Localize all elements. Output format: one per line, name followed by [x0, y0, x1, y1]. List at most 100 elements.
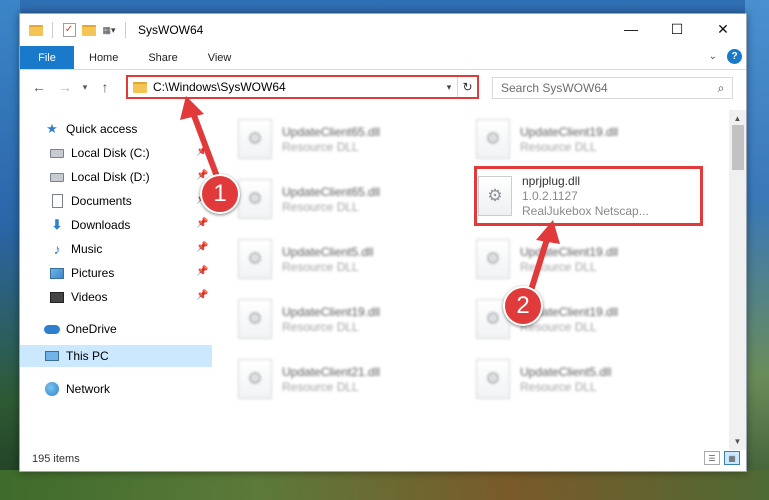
file-type: Resource DLL — [282, 199, 359, 214]
sidebar-item-local-disk-c[interactable]: Local Disk (C:) — [49, 142, 150, 164]
file-item[interactable]: ⚙ UpdateClient65.dll Resource DLL — [238, 174, 458, 224]
refresh-icon[interactable]: ↻ — [457, 77, 477, 97]
file-item[interactable]: ⚙ UpdateClient5.dll Resource DLL — [238, 234, 458, 284]
sidebar-item-network[interactable]: Network — [44, 378, 110, 400]
close-button[interactable]: ✕ — [700, 14, 746, 44]
search-input[interactable]: Search SysWOW64 — [501, 81, 710, 95]
navigation-pane: ★ Quick access Local Disk (C:) 📌 Local D… — [20, 110, 212, 446]
file-item[interactable]: ⚙ UpdateClient65.dll Resource DLL — [238, 114, 458, 164]
status-bar: 195 items ☰ ▦ — [20, 447, 746, 471]
file-list: ⚙ UpdateClient65.dll Resource DLL ⚙ Upda… — [212, 110, 748, 446]
separator — [52, 22, 53, 38]
highlight-box — [474, 166, 703, 226]
file-item[interactable]: ⚙ UpdateClient19.dll Resource DLL — [476, 234, 696, 284]
annotation-badge-2: 2 — [503, 286, 543, 326]
recent-locations-chevron-icon[interactable]: ▾ — [78, 82, 92, 93]
videos-icon — [49, 289, 65, 305]
sidebar-item-label: Music — [71, 242, 103, 256]
navigation-bar: ← → ▾ ↑ C:\Windows\SysWOW64 ▾ ↻ Search S… — [20, 70, 746, 104]
address-path[interactable]: C:\Windows\SysWOW64 — [153, 80, 441, 94]
file-name: UpdateClient21.dll — [282, 364, 381, 379]
separator — [125, 22, 126, 38]
file-item[interactable]: ⚙ UpdateClient5.dll Resource DLL — [476, 354, 696, 404]
file-name: UpdateClient5.dll — [282, 244, 374, 259]
folder-icon — [133, 81, 147, 93]
file-type: Resource DLL — [282, 319, 359, 334]
tab-share[interactable]: Share — [133, 46, 192, 69]
properties-check-icon[interactable]: ✓ — [61, 22, 77, 38]
file-item[interactable]: ⚙ UpdateClient21.dll Resource DLL — [238, 354, 458, 404]
file-type: Resource DLL — [282, 379, 359, 394]
desktop-background-bottom — [0, 470, 769, 500]
ribbon-tabs: File Home Share View ⌄ ? — [20, 46, 746, 70]
tab-home[interactable]: Home — [74, 46, 133, 69]
drive-icon — [49, 169, 65, 185]
quick-access-toolbar: ✓ ▦▾ — [20, 22, 130, 38]
file-name: UpdateClient19.dll — [282, 304, 381, 319]
help-icon[interactable]: ? — [727, 49, 742, 64]
dll-file-icon: ⚙ — [476, 119, 510, 159]
sidebar-item-label: Documents — [71, 194, 132, 208]
file-type: Resource DLL — [282, 139, 359, 154]
sidebar-item-local-disk-d[interactable]: Local Disk (D:) — [49, 166, 150, 188]
customize-toolbar-icon[interactable]: ▦▾ — [101, 22, 117, 38]
downloads-icon: ⬇ — [51, 217, 63, 232]
search-box[interactable]: Search SysWOW64 ⌕ — [492, 77, 733, 99]
search-icon[interactable]: ⌕ — [710, 81, 732, 96]
sidebar-item-music[interactable]: ♪ Music — [49, 238, 103, 260]
drive-icon — [49, 145, 65, 161]
dll-file-icon: ⚙ — [238, 359, 272, 399]
expand-ribbon-chevron-icon[interactable]: ⌄ — [709, 51, 717, 62]
file-item[interactable]: ⚙ UpdateClient19.dll Resource DLL — [238, 294, 458, 344]
back-arrow-icon[interactable]: ← — [26, 75, 52, 99]
pin-icon[interactable]: 📌 — [196, 290, 208, 301]
tab-file[interactable]: File — [20, 46, 74, 69]
pc-icon — [44, 348, 60, 364]
sidebar-item-label: This PC — [66, 349, 109, 363]
forward-arrow-icon[interactable]: → — [52, 75, 78, 99]
minimize-button[interactable]: — — [608, 14, 654, 44]
folder-icon — [28, 22, 44, 38]
sidebar-item-quick-access[interactable]: ★ Quick access — [44, 118, 137, 140]
address-dropdown-icon[interactable]: ▾ — [441, 82, 457, 93]
new-folder-icon[interactable] — [81, 22, 97, 38]
tab-view[interactable]: View — [193, 46, 247, 69]
desktop-background-right — [745, 0, 769, 500]
maximize-button[interactable]: ☐ — [654, 14, 700, 44]
desktop-background-left — [0, 0, 20, 500]
sidebar-item-label: Videos — [71, 290, 108, 304]
dll-file-icon: ⚙ — [238, 179, 272, 219]
file-type: Resource DLL — [520, 139, 597, 154]
item-count: 195 items — [32, 453, 80, 465]
dll-file-icon: ⚙ — [238, 119, 272, 159]
sidebar-item-this-pc[interactable]: This PC — [20, 345, 212, 367]
scrollbar-thumb[interactable] — [732, 125, 744, 170]
sidebar-item-documents[interactable]: Documents — [49, 190, 132, 212]
pin-icon[interactable]: 📌 — [196, 146, 208, 157]
annotation-badge-1: 1 — [200, 174, 240, 214]
file-type: Resource DLL — [520, 259, 597, 274]
address-bar[interactable]: C:\Windows\SysWOW64 ▾ ↻ — [126, 75, 479, 99]
vertical-scrollbar[interactable]: ▲ ▼ — [729, 110, 746, 450]
star-icon: ★ — [46, 121, 58, 136]
sidebar-item-label: Quick access — [66, 122, 138, 136]
file-name: UpdateClient19.dll — [520, 244, 619, 259]
sidebar-item-pictures[interactable]: Pictures — [49, 262, 114, 284]
window-controls: — ☐ ✕ — [608, 14, 746, 44]
sidebar-item-downloads[interactable]: ⬇ Downloads — [49, 214, 131, 236]
file-name: UpdateClient5.dll — [520, 364, 612, 379]
large-icons-view-icon[interactable]: ▦ — [724, 451, 740, 465]
up-arrow-icon[interactable]: ↑ — [92, 75, 118, 99]
window-title: SysWOW64 — [138, 23, 204, 37]
documents-icon — [49, 193, 65, 209]
sidebar-item-onedrive[interactable]: OneDrive — [44, 318, 117, 340]
network-icon — [44, 381, 60, 397]
sidebar-item-videos[interactable]: Videos — [49, 286, 107, 308]
pin-icon[interactable]: 📌 — [196, 266, 208, 277]
cloud-icon — [44, 321, 60, 337]
details-view-icon[interactable]: ☰ — [704, 451, 720, 465]
file-item[interactable]: ⚙ UpdateClient19.dll Resource DLL — [476, 114, 696, 164]
pin-icon[interactable]: 📌 — [196, 218, 208, 229]
pin-icon[interactable]: 📌 — [196, 242, 208, 253]
file-type: Resource DLL — [520, 379, 597, 394]
